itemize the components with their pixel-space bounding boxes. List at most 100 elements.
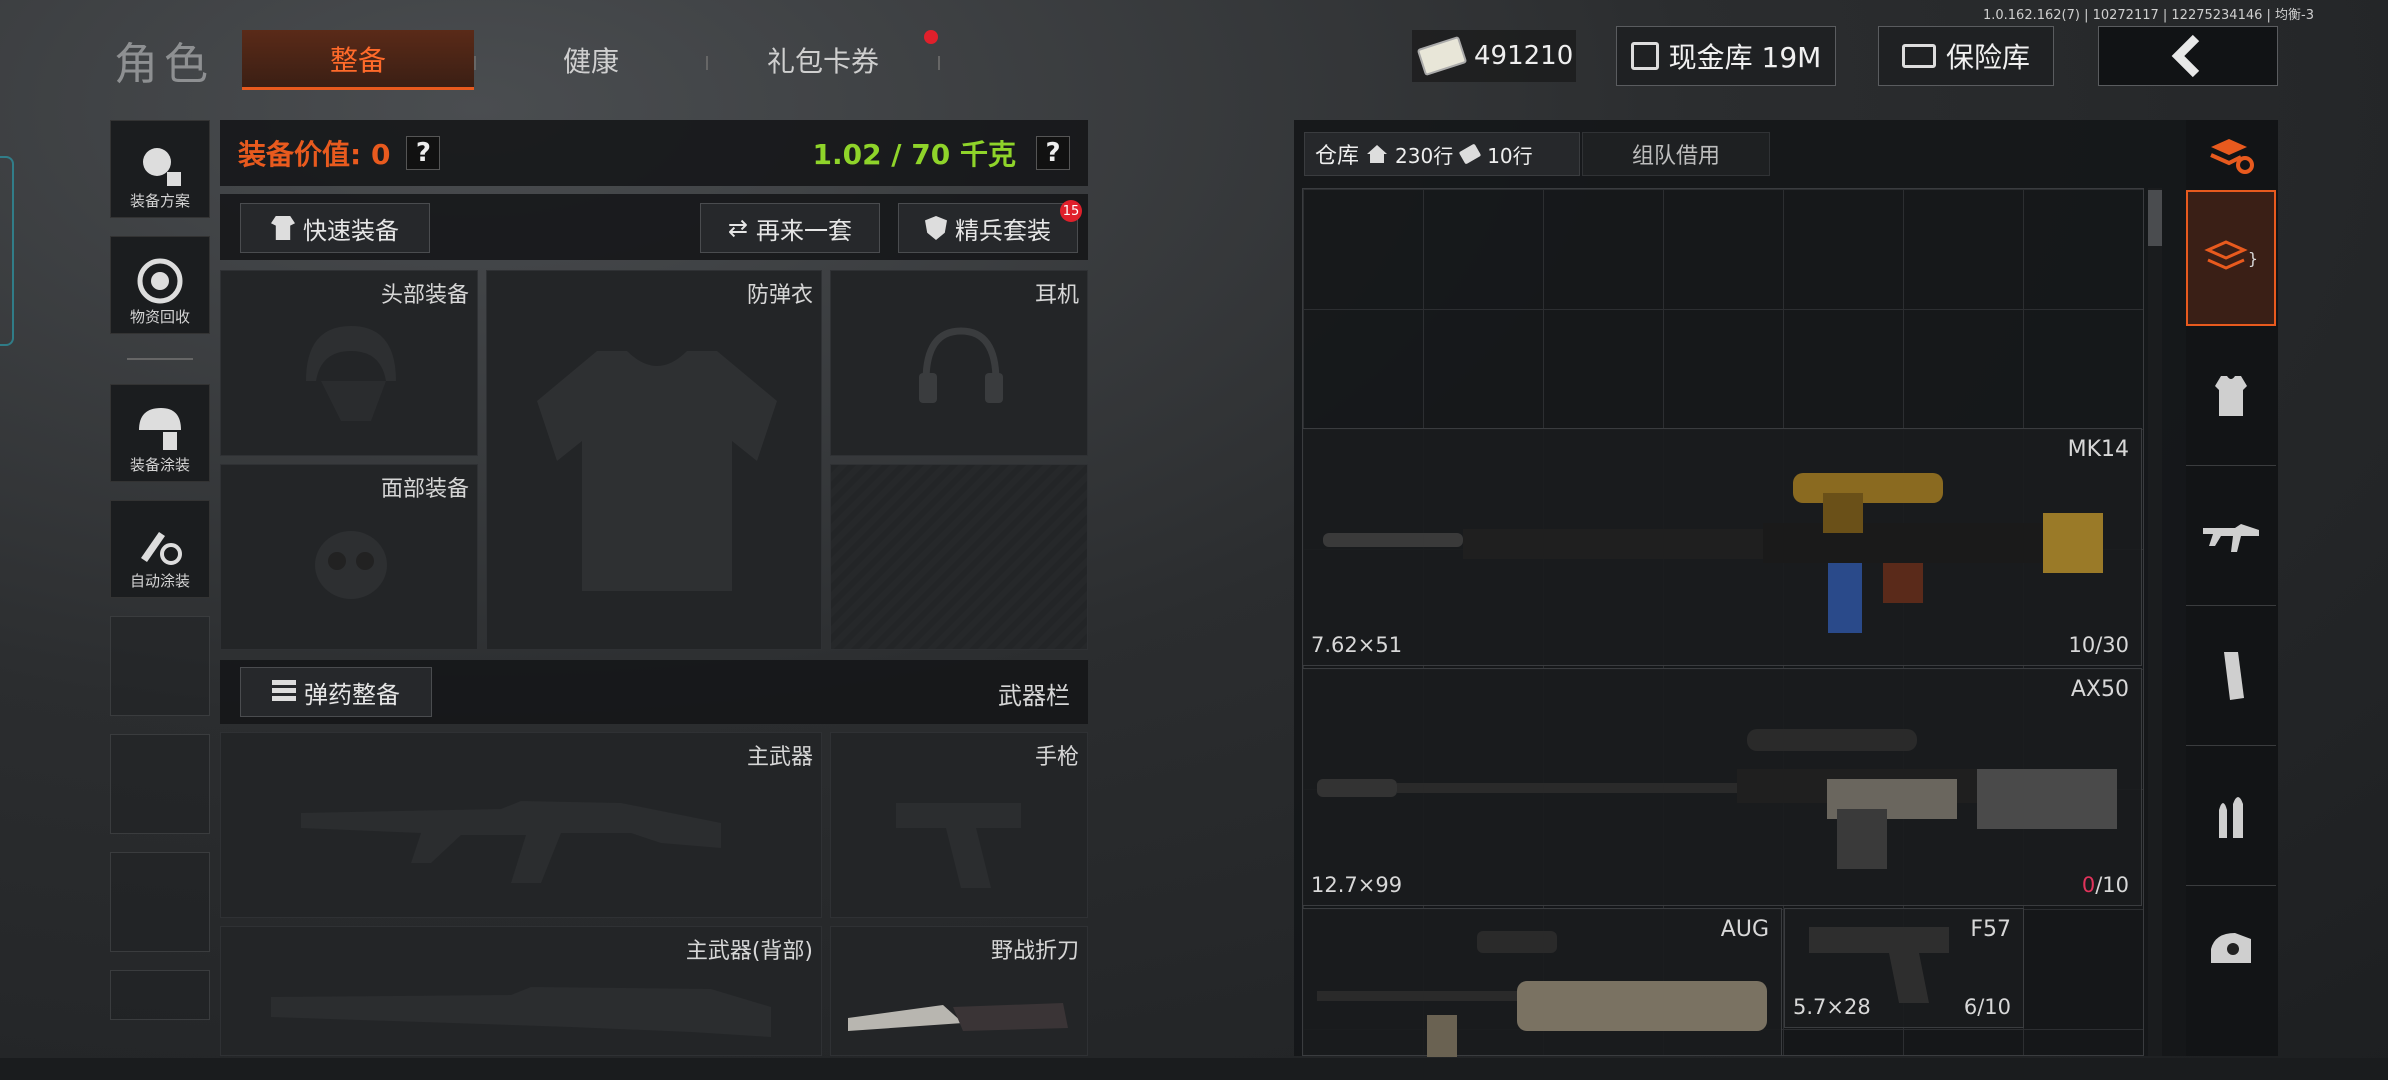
tab-label: 整备 — [329, 43, 386, 77]
rifle-silhouette-icon — [271, 987, 771, 1037]
cash-vault-button[interactable]: 现金库 19M — [1616, 26, 1836, 86]
scrollbar-thumb[interactable] — [2148, 190, 2162, 246]
bottom-bar — [0, 1058, 2388, 1080]
tab-health[interactable]: 健康 — [476, 30, 706, 90]
ammo-current: 10 — [2068, 633, 2096, 657]
redo-button[interactable]: ⇄ 再来一套 — [700, 203, 880, 253]
sort-button[interactable] — [2186, 120, 2276, 190]
vest-icon — [2215, 375, 2247, 416]
help-value-button[interactable]: ? — [406, 136, 441, 170]
help-weight-button[interactable]: ? — [1036, 136, 1070, 170]
pistol-slot[interactable]: 手枪 — [830, 732, 1088, 918]
slot-label: 主武器(背部) — [685, 939, 813, 964]
knife-slot[interactable]: 野战折刀 — [830, 926, 1088, 1056]
scrollbar-track[interactable] — [2148, 188, 2162, 1056]
quick-equip-label: 快速装备 — [303, 216, 399, 245]
cash-vault-icon — [1630, 42, 1659, 70]
rifle-silhouette-icon — [301, 801, 721, 883]
item-name: F57 — [1970, 917, 2011, 942]
tab-label: 健康 — [562, 45, 619, 78]
warehouse-item[interactable]: MK14 7.62×51 10/30 — [1302, 428, 2142, 666]
rifle-icon — [2203, 523, 2259, 552]
tab-warehouse[interactable]: 仓库 230行 10行 — [1304, 132, 1580, 176]
safe-box-button[interactable]: 保险库 — [1878, 26, 2054, 86]
item-ammo: 6/10 — [1964, 995, 2011, 1019]
locked-slot — [830, 464, 1088, 650]
bullets-icon — [2219, 796, 2243, 838]
head-slot[interactable]: 头部装备 — [220, 270, 478, 456]
ammo-max: /10 — [1977, 995, 2011, 1019]
elite-set-button[interactable]: 精兵套装 — [898, 203, 1078, 253]
slot-label: 手枪 — [1034, 745, 1079, 770]
warehouse-rows-extra: 10行 — [1487, 143, 1533, 168]
magazine-icon — [2224, 651, 2244, 700]
auto-paint-button[interactable]: 自动涂装 — [110, 500, 210, 598]
cash-vault-label: 现金库 19M — [1668, 41, 1822, 74]
headset-icon — [919, 327, 1003, 403]
empty-slot — [110, 734, 210, 834]
team-borrow-label: 组队借用 — [1631, 144, 1720, 169]
pistol-icon — [1809, 927, 1949, 1003]
gas-mask-icon — [315, 531, 387, 599]
sniper-rifle-icon — [1317, 729, 2117, 869]
warehouse-rows: 230行 — [1395, 143, 1454, 168]
notification-dot — [924, 30, 938, 44]
ammo-equip-button[interactable]: 弹药整备 — [240, 667, 432, 717]
slot-label: 防弹衣 — [746, 283, 813, 308]
category-ammo[interactable] — [2186, 746, 2276, 886]
back-button[interactable] — [2098, 26, 2278, 86]
ammo-equip-label: 弹药整备 — [304, 680, 400, 709]
headset-slot[interactable]: 耳机 — [830, 270, 1088, 456]
edge-handle[interactable] — [0, 156, 14, 346]
slot-label: 耳机 — [1034, 283, 1079, 308]
red-dot-sight-icon — [2211, 933, 2251, 963]
folding-knife-icon — [848, 1003, 1068, 1031]
ammo-max: /30 — [2095, 633, 2129, 657]
marksman-rifle-icon — [1323, 473, 2103, 633]
face-slot[interactable]: 面部装备 — [220, 464, 478, 650]
loadout-actions: 快速装备 ⇄ 再来一套 精兵套装 15 — [220, 194, 1088, 260]
slot-label: 主武器 — [746, 745, 813, 770]
tab-label: 礼包卡券 — [766, 45, 879, 78]
category-rail: } — [2186, 120, 2278, 1056]
safe-icon — [1901, 44, 1936, 68]
armor-slot[interactable]: 防弹衣 — [486, 270, 822, 650]
category-armor[interactable] — [2186, 326, 2276, 466]
tag-icon — [1458, 143, 1482, 165]
category-attachments[interactable] — [2186, 886, 2276, 1016]
category-magazines[interactable] — [2186, 606, 2276, 746]
helmet-icon — [306, 326, 396, 421]
warehouse-item[interactable]: F57 5.7×28 6/10 — [1784, 908, 2024, 1028]
quick-equip-button[interactable]: 快速装备 — [240, 203, 430, 253]
soldier-plan-icon — [143, 148, 181, 186]
tab-outfit[interactable]: 整备 — [242, 30, 474, 90]
shield-icon — [925, 216, 947, 240]
supply-recycle-button[interactable]: 物资回收 — [110, 236, 210, 334]
loadout-plan-button[interactable]: 装备方案 — [110, 120, 210, 218]
primary-back-slot[interactable]: 主武器(背部) — [220, 926, 822, 1056]
back-arrow-icon — [2171, 34, 2200, 78]
tab-team-borrow[interactable]: 组队借用 — [1582, 132, 1770, 176]
item-ammo: 10/30 — [2068, 633, 2129, 657]
category-all[interactable]: } — [2186, 190, 2276, 326]
item-name: AX50 — [2070, 677, 2129, 702]
slot-label: 头部装备 — [380, 283, 469, 308]
category-guns[interactable] — [2186, 466, 2276, 606]
left-sidebar: 装备方案 物资回收 装备涂装 自动涂装 — [110, 120, 210, 1020]
recycle-icon — [137, 258, 183, 304]
warehouse-item[interactable]: AUG — [1302, 908, 1782, 1057]
warehouse-item[interactable]: AX50 12.7×99 0/10 — [1302, 668, 2142, 906]
tab-gift-coupons[interactable]: 礼包卡券 — [708, 30, 938, 90]
auto-paint-icon — [141, 532, 182, 565]
layers-icon — [2204, 240, 2248, 270]
item-ammo: 0/10 — [2082, 873, 2129, 897]
primary-weapon-slot[interactable]: 主武器 — [220, 732, 822, 918]
item-caliber: 12.7×99 — [1311, 873, 1403, 897]
sidebar-label: 装备方案 — [129, 192, 190, 210]
slot-label: 野战折刀 — [990, 939, 1079, 964]
slot-label: 面部装备 — [380, 477, 469, 502]
armor-vest-icon — [537, 351, 777, 591]
equipment-paint-button[interactable]: 装备涂装 — [110, 384, 210, 482]
home-icon — [1367, 145, 1388, 163]
ammo-bar: 弹药整备 武器栏 — [220, 660, 1088, 724]
